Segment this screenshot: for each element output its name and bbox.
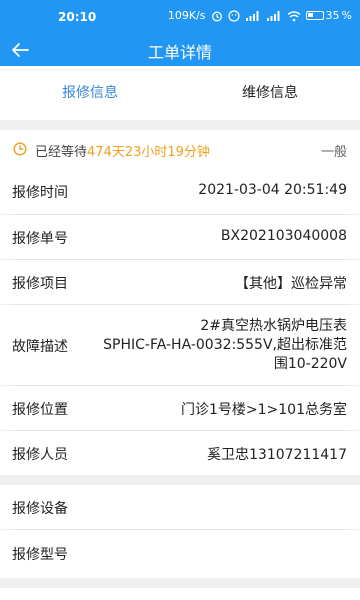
page-title: 工单详情 bbox=[147, 43, 212, 62]
detail-row-reporter: 报修人员 奚卫忠13107211417 bbox=[0, 431, 360, 475]
network-speed: 109K/s bbox=[167, 9, 206, 22]
row-value: 门诊1号楼>1>101总务室 bbox=[181, 402, 347, 418]
wait-prefix: 已经等待 bbox=[35, 145, 88, 160]
next-section-start bbox=[0, 588, 360, 600]
detail-row-order-number: 报修单号 BX202103040008 bbox=[0, 215, 360, 259]
battery-indicator: 35% bbox=[305, 9, 352, 22]
wait-info-bar: 已经等待474天23小时19分钟 一般 bbox=[0, 130, 360, 168]
face-icon bbox=[227, 9, 240, 22]
tab-repair-info[interactable]: 报修信息 bbox=[0, 66, 180, 120]
row-label: 报修位置 bbox=[12, 402, 68, 418]
row-label: 故障描述 bbox=[12, 339, 68, 355]
row-label: 报修人员 bbox=[12, 447, 68, 463]
detail-row-repair-time: 报修时间 2021-03-04 20:51:49 bbox=[0, 168, 360, 214]
row-value: 【其他】巡检异常 bbox=[235, 276, 347, 292]
fault-line-3: 围10-220V bbox=[273, 356, 347, 372]
tab-bar: 报修信息 维修信息 bbox=[0, 66, 360, 120]
row-label: 报修设备 bbox=[12, 501, 68, 517]
battery-percent-sign: % bbox=[341, 9, 352, 22]
detail-row-repair-item: 报修项目 【其他】巡检异常 bbox=[0, 260, 360, 304]
fault-line-1: 2#真空热水锅炉电压表 bbox=[200, 318, 347, 334]
detail-row-model: 报修型号 bbox=[0, 530, 360, 578]
detail-row-equipment: 报修设备 bbox=[0, 485, 360, 529]
urgency-level: 一般 bbox=[320, 145, 347, 160]
wait-duration: 474天23小时19分钟 bbox=[87, 145, 210, 160]
signal-icon-2 bbox=[266, 10, 280, 21]
row-value: BX202103040008 bbox=[220, 228, 347, 244]
status-bar: 20:10 109K/s 35% bbox=[0, 0, 360, 34]
wifi-icon bbox=[287, 10, 301, 21]
detail-row-location: 报修位置 门诊1号楼>1>101总务室 bbox=[0, 386, 360, 430]
battery-icon bbox=[305, 11, 324, 20]
row-value: 奚卫忠13107211417 bbox=[207, 447, 347, 463]
row-label: 报修项目 bbox=[12, 276, 68, 292]
status-icons: 109K/s 35% bbox=[168, 9, 352, 22]
app-bar: 工单详情 bbox=[0, 34, 360, 66]
signal-icon-1 bbox=[245, 10, 259, 21]
battery-level: 35 bbox=[325, 9, 340, 22]
row-label: 报修单号 bbox=[12, 231, 68, 247]
row-label: 报修时间 bbox=[12, 185, 68, 201]
alarm-icon bbox=[211, 11, 222, 21]
status-time: 20:10 bbox=[58, 10, 97, 24]
tab-maintenance-info[interactable]: 维修信息 bbox=[180, 66, 360, 120]
row-value: 2021-03-04 20:51:49 bbox=[198, 182, 347, 198]
row-value: 2#真空热水锅炉电压表 SPHIC-FA-HA-0032:555V,超出标准范 … bbox=[103, 317, 347, 374]
fault-line-2: SPHIC-FA-HA-0032:555V,超出标准范 bbox=[103, 337, 347, 353]
clock-icon bbox=[13, 142, 27, 156]
wait-text: 已经等待474天23小时19分钟 bbox=[35, 141, 210, 160]
row-label: 报修型号 bbox=[12, 547, 68, 563]
detail-row-fault-description: 故障描述 2#真空热水锅炉电压表 SPHIC-FA-HA-0032:555V,超… bbox=[0, 305, 360, 385]
